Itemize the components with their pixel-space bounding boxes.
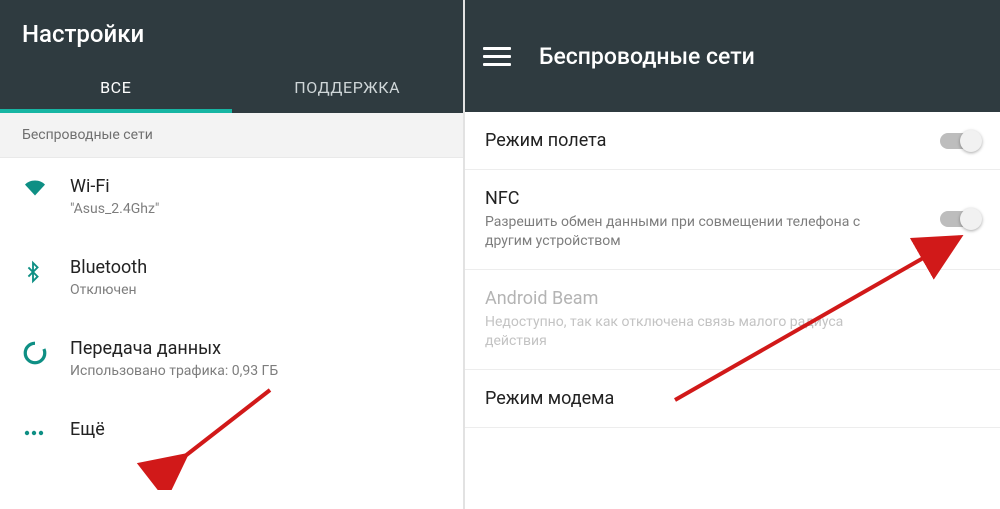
wireless-pane: Беспроводные сети Режим полета NFC Разре… <box>465 0 1000 509</box>
wireless-header: Беспроводные сети <box>465 0 1000 112</box>
wifi-item[interactable]: Wi-Fi "Asus_2.4Ghz" <box>0 158 463 235</box>
data-usage-icon <box>22 338 70 366</box>
bluetooth-label: Bluetooth <box>70 257 449 278</box>
settings-pane: Настройки ВСЕ ПОДДЕРЖКА Беспроводные сет… <box>0 0 465 509</box>
hamburger-icon[interactable] <box>483 46 511 66</box>
wifi-sub: "Asus_2.4Ghz" <box>70 201 449 217</box>
airplane-mode-item[interactable]: Режим полета <box>465 112 1000 170</box>
tab-support[interactable]: ПОДДЕРЖКА <box>232 66 464 113</box>
tab-all[interactable]: ВСЕ <box>0 66 232 113</box>
android-beam-item: Android Beam Недоступно, так как отключе… <box>465 270 1000 370</box>
settings-header: Настройки ВСЕ ПОДДЕРЖКА <box>0 0 463 113</box>
android-beam-sub: Недоступно, так как отключена связь мало… <box>485 313 865 351</box>
more-item[interactable]: Ещё <box>0 401 463 463</box>
wifi-label: Wi-Fi <box>70 176 449 197</box>
airplane-mode-switch[interactable] <box>940 133 980 149</box>
nfc-label: NFC <box>485 188 940 209</box>
more-label: Ещё <box>70 419 449 440</box>
bluetooth-sub: Отключен <box>70 282 449 298</box>
wireless-section-header: Беспроводные сети <box>0 113 463 158</box>
bluetooth-icon <box>22 257 70 285</box>
data-usage-sub: Использовано трафика: 0,93 ГБ <box>70 363 449 379</box>
data-usage-item[interactable]: Передача данных Использовано трафика: 0,… <box>0 320 463 397</box>
wireless-title: Беспроводные сети <box>539 43 755 70</box>
tethering-item[interactable]: Режим модема <box>465 370 1000 428</box>
wifi-icon <box>22 176 70 198</box>
settings-tabs: ВСЕ ПОДДЕРЖКА <box>0 66 463 113</box>
airplane-mode-label: Режим полета <box>485 130 940 151</box>
nfc-item[interactable]: NFC Разрешить обмен данными при совмещен… <box>465 170 1000 270</box>
nfc-sub: Разрешить обмен данными при совмещении т… <box>485 213 865 251</box>
nfc-switch[interactable] <box>940 211 980 227</box>
bluetooth-item[interactable]: Bluetooth Отключен <box>0 239 463 316</box>
android-beam-label: Android Beam <box>485 288 980 309</box>
data-usage-label: Передача данных <box>70 338 449 359</box>
settings-title: Настройки <box>0 6 463 66</box>
tethering-label: Режим модема <box>485 388 980 409</box>
more-icon <box>22 419 70 445</box>
